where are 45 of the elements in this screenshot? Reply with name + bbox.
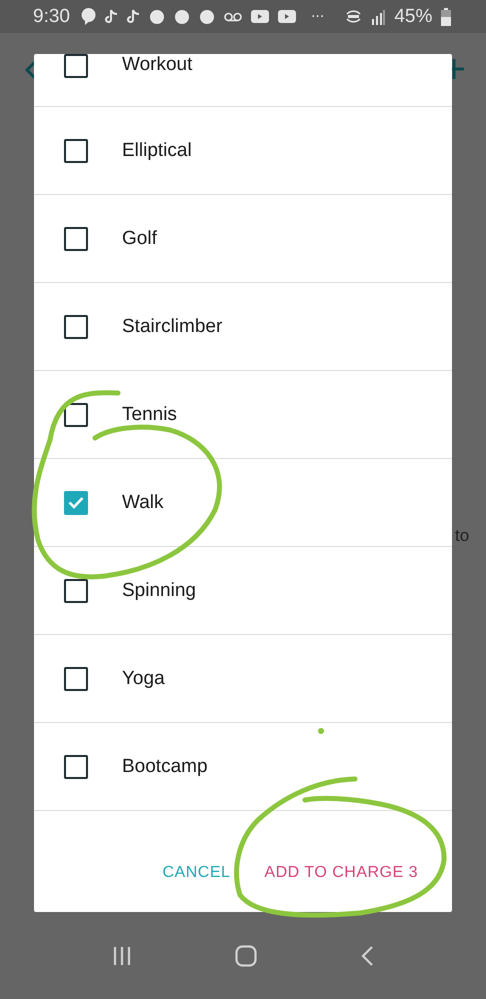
checkbox[interactable] [64,490,88,514]
option-label: Bootcamp [122,756,208,778]
checkbox[interactable] [64,54,88,78]
checkbox[interactable] [64,666,88,690]
option-label: Walk [122,492,164,514]
activity-option[interactable]: Yoga [34,635,452,723]
option-label: Spinning [122,580,196,602]
activity-option[interactable]: Tennis [34,371,452,459]
battery-icon [441,8,452,26]
more-notifications: ··· [310,8,324,24]
activity-option[interactable]: Bootcamp [34,723,452,811]
signal-icon [371,8,386,24]
battery-percentage: 45% [394,6,432,28]
recent-apps-icon[interactable] [112,946,132,966]
home-icon[interactable] [234,945,257,967]
ink-dot-drawing [318,728,324,734]
checkbox[interactable] [64,754,88,778]
checkmark-icon [68,496,84,509]
checkbox[interactable] [64,226,88,250]
checkbox[interactable] [64,578,88,602]
activity-option[interactable]: Workout [34,54,452,107]
voicemail-icon [224,12,242,22]
activity-option[interactable]: Walk [34,459,452,547]
confirm-button[interactable]: ADD TO CHARGE 3 [262,860,420,886]
option-label: Elliptical [122,140,192,162]
background-text: to [455,526,470,546]
play-icon [278,10,296,23]
checkbox[interactable] [64,402,88,426]
activity-option[interactable]: Stairclimber [34,283,452,371]
music-note-icon [104,9,118,24]
back-icon[interactable] [360,945,374,967]
option-label: Tennis [122,404,177,426]
activity-option[interactable]: Spinning [34,547,452,635]
checkbox[interactable] [64,138,88,162]
checkbox[interactable] [64,314,88,338]
status-time: 9:30 [33,6,70,28]
play-icon [250,10,269,23]
chat-icon [80,8,96,25]
option-label: Stairclimber [122,316,222,338]
option-label: Golf [122,228,157,250]
option-label: Workout [122,54,192,76]
music-note-icon [126,9,140,24]
option-label: Yoga [122,668,165,690]
activity-option[interactable]: Golf [34,195,452,283]
activity-option[interactable]: Elliptical [34,107,452,195]
